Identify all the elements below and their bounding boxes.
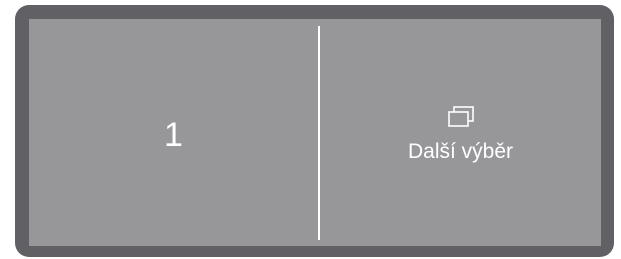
display-screen: 1 Další výběr — [29, 19, 601, 246]
more-selection-button[interactable]: Další výběr — [320, 19, 601, 246]
display-frame: 1 Další výběr — [15, 5, 614, 257]
value-panel[interactable]: 1 — [29, 19, 318, 246]
more-selection-label: Další výběr — [407, 140, 514, 163]
selected-value: 1 — [164, 115, 183, 154]
windows-stack-icon — [447, 106, 474, 127]
